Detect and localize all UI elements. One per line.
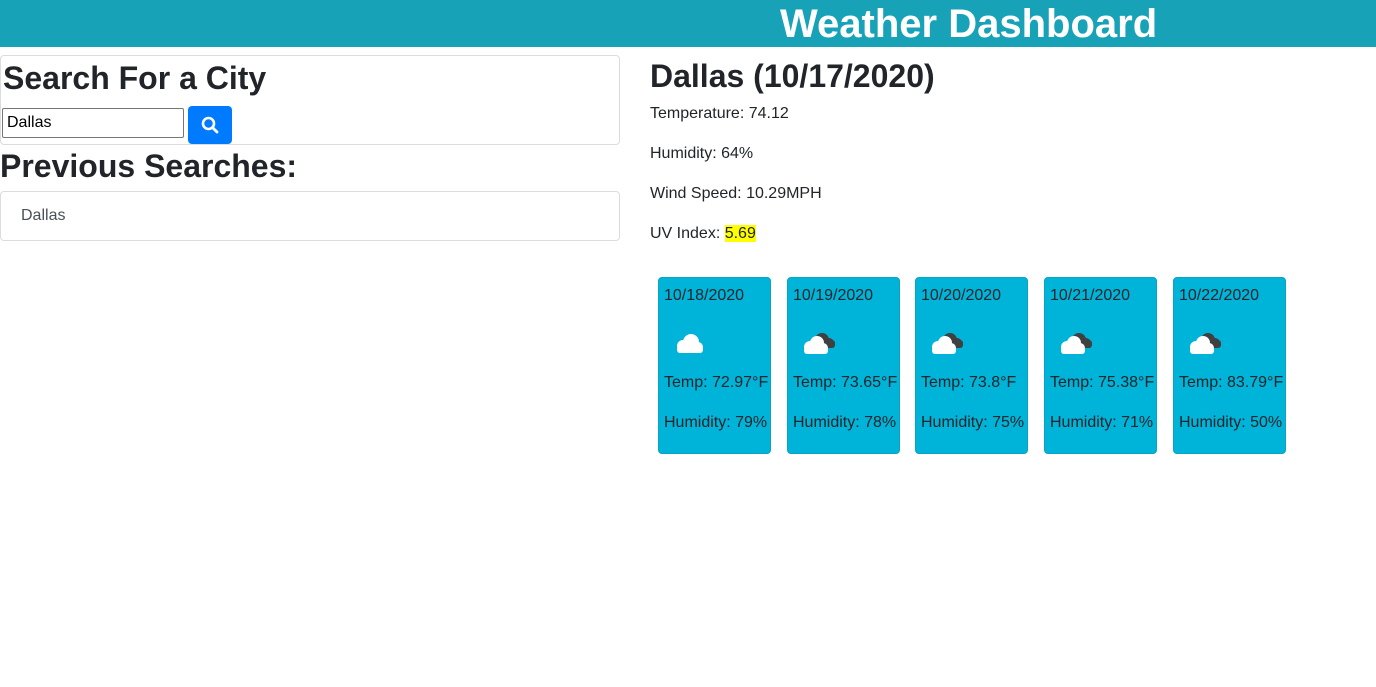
- uv-value: 5.69: [724, 225, 756, 242]
- broken-clouds-icon: [932, 333, 963, 354]
- search-panel: Search For a City: [0, 55, 620, 145]
- search-input[interactable]: [2, 108, 184, 138]
- forecast-temp: Temp: 73.8°F: [921, 374, 1017, 391]
- cloud-icon: [677, 334, 703, 353]
- temperature-label: Temperature:: [650, 105, 749, 122]
- page-title: Weather Dashboard: [780, 2, 1158, 46]
- forecast-card: 10/22/2020 Temp: 83.79°F Humidity: 50%: [1173, 277, 1286, 454]
- history-item[interactable]: Dallas: [21, 206, 65, 226]
- forecast-date: 10/20/2020: [921, 287, 1002, 304]
- current-uv-index: UV Index: 5.69: [650, 224, 756, 244]
- forecast-date: 10/19/2020: [793, 287, 874, 304]
- current-temperature: Temperature: 74.12: [650, 104, 789, 124]
- header-bar: Weather Dashboard: [0, 0, 1376, 47]
- forecast-temp: Temp: 73.65°F: [793, 374, 898, 391]
- current-humidity: Humidity: 64%: [650, 144, 753, 164]
- history-list: Dallas: [0, 191, 620, 241]
- previous-searches-heading: Previous Searches:: [0, 148, 298, 184]
- forecast-humidity: Humidity: 75%: [921, 414, 1025, 431]
- broken-clouds-icon: [1061, 333, 1092, 354]
- forecast-card: 10/21/2020 Temp: 75.38°F Humidity: 71%: [1044, 277, 1157, 454]
- search-button[interactable]: [188, 106, 232, 144]
- current-wind-speed: Wind Speed: 10.29MPH: [650, 184, 822, 204]
- broken-clouds-icon: [804, 333, 835, 354]
- search-icon: [201, 116, 219, 134]
- temperature-value: 74.12: [748, 105, 789, 122]
- search-heading: Search For a City: [3, 60, 267, 96]
- wind-label: Wind Speed:: [650, 185, 747, 202]
- humidity-value: 64%: [721, 145, 754, 162]
- wind-value: 10.29MPH: [746, 185, 822, 202]
- broken-clouds-icon: [1190, 333, 1221, 354]
- forecast-date: 10/21/2020: [1050, 287, 1131, 304]
- forecast-temp: Temp: 72.97°F: [664, 374, 769, 391]
- forecast-card: 10/20/2020 Temp: 73.8°F Humidity: 75%: [915, 277, 1028, 454]
- forecast-temp: Temp: 83.79°F: [1179, 374, 1284, 391]
- forecast-date: 10/22/2020: [1179, 287, 1260, 304]
- forecast-date: 10/18/2020: [664, 287, 745, 304]
- forecast-humidity: Humidity: 79%: [664, 414, 768, 431]
- forecast-temp: Temp: 75.38°F: [1050, 374, 1155, 391]
- forecast-humidity: Humidity: 50%: [1179, 414, 1283, 431]
- forecast-humidity: Humidity: 78%: [793, 414, 897, 431]
- forecast-card: 10/18/2020 Temp: 72.97°F Humidity: 79%: [658, 277, 771, 454]
- forecast-card: 10/19/2020 Temp: 73.65°F Humidity: 78%: [787, 277, 900, 454]
- uv-label: UV Index:: [650, 225, 725, 242]
- humidity-label: Humidity:: [650, 145, 722, 162]
- forecast-humidity: Humidity: 71%: [1050, 414, 1154, 431]
- current-city-title: Dallas (10/17/2020): [650, 58, 935, 94]
